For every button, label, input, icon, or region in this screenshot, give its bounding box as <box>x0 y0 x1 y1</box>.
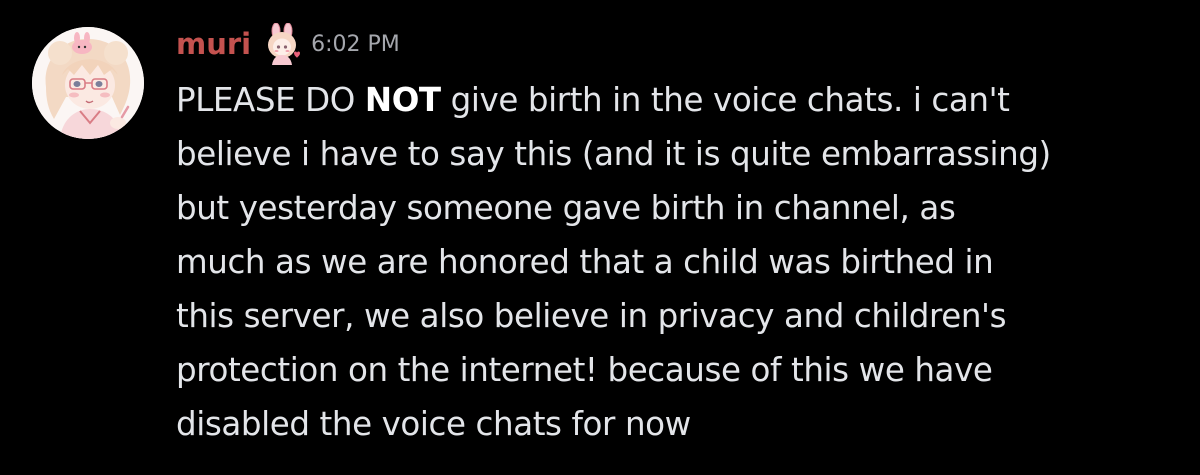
chat-message: muri 6:02 PM PLEASE DO NOT give birth in… <box>0 0 1200 475</box>
username[interactable]: muri <box>176 27 251 61</box>
message-line: disabled the voice chats for now <box>176 405 691 443</box>
user-avatar[interactable] <box>32 27 144 139</box>
message-line: protection on the internet! because of t… <box>176 351 993 389</box>
message-line: this server, we also believe in privacy … <box>176 297 1007 335</box>
message-text: give birth in the voice chats. i can't <box>440 81 1010 119</box>
message-content: PLEASE DO NOT give birth in the voice ch… <box>176 73 1186 451</box>
anime-girl-avatar-icon <box>32 27 144 139</box>
message-line: much as we are honored that a child was … <box>176 243 994 281</box>
message-line: but yesterday someone gave birth in chan… <box>176 189 956 227</box>
message-timestamp[interactable]: 6:02 PM <box>311 32 400 57</box>
message-line: believe i have to say this (and it is qu… <box>176 135 1051 173</box>
message-bold-text: NOT <box>364 81 441 119</box>
message-line: PLEASE DO NOT give birth in the voice ch… <box>176 73 1186 127</box>
message-text: PLEASE DO <box>176 81 365 119</box>
bunny-girl-emoji-badge-icon[interactable] <box>261 23 303 65</box>
message-header: muri 6:02 PM <box>176 22 400 66</box>
